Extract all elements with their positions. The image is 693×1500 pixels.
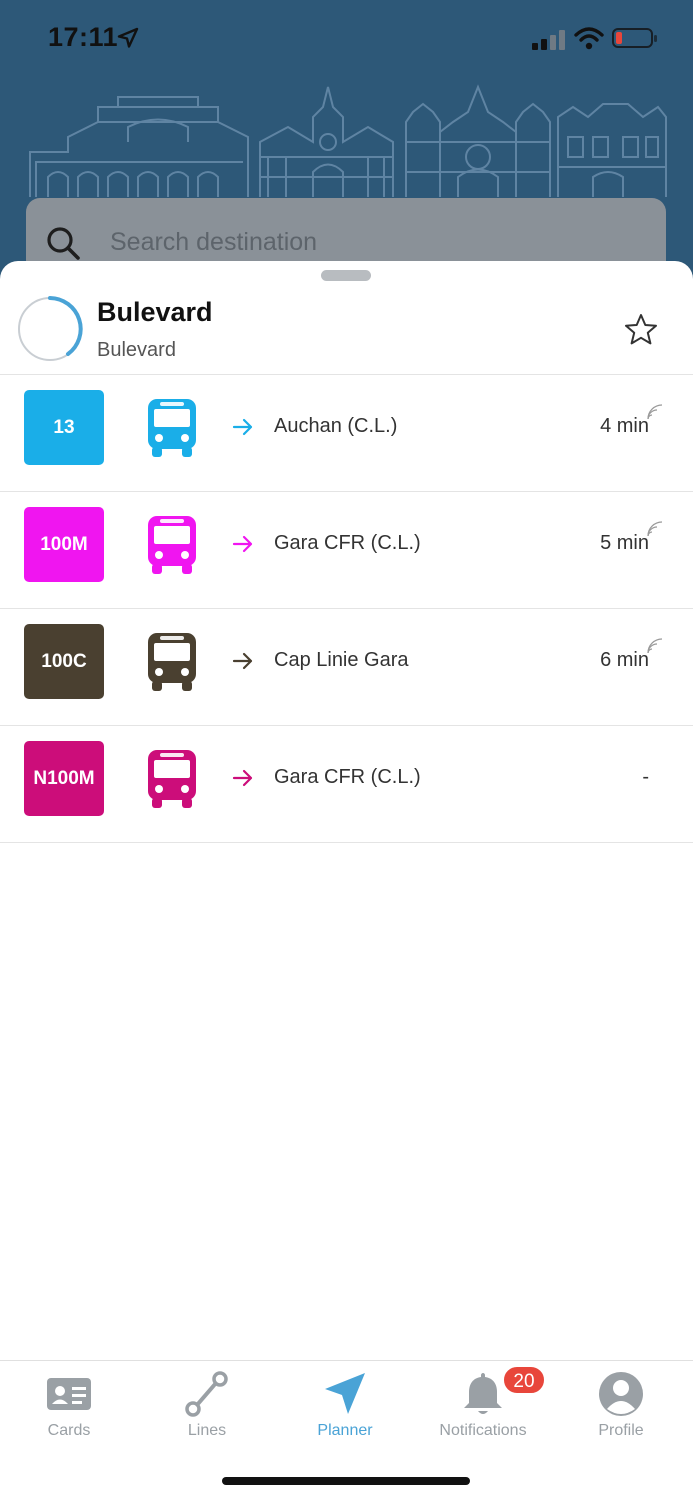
line-number-badge: 100M <box>24 507 104 582</box>
line-row[interactable]: 13 Auchan (C.L.) 4 min <box>0 375 693 492</box>
status-bar: 17:11 <box>0 0 693 80</box>
line-number-badge: 13 <box>24 390 104 465</box>
line-eta: 4 min <box>600 415 649 437</box>
sheet-drag-handle[interactable] <box>321 270 371 281</box>
line-eta: - <box>642 766 649 788</box>
location-arrow-icon <box>117 27 139 48</box>
direction-arrow-icon <box>232 652 253 670</box>
id-card-icon <box>47 1378 91 1410</box>
line-row[interactable]: 100C Cap Linie Gara 6 min <box>0 609 693 726</box>
tab-label: Lines <box>187 1422 227 1439</box>
bell-icon <box>464 1373 502 1414</box>
tab-label: Profile <box>598 1422 644 1439</box>
line-number-badge: N100M <box>24 741 104 816</box>
battery-icon <box>612 28 657 48</box>
bus-icon <box>148 516 196 574</box>
line-row[interactable]: N100M Gara CFR (C.L.) - <box>0 726 693 843</box>
cellular-signal-icon <box>532 30 565 50</box>
tab-profile[interactable]: Profile <box>552 1361 690 1451</box>
user-avatar-icon <box>599 1372 643 1416</box>
status-time: 17:11 <box>48 22 119 52</box>
realtime-signal-icon <box>647 638 663 654</box>
notifications-count-badge: 20 <box>502 1365 546 1395</box>
tab-planner[interactable]: Planner <box>276 1361 414 1451</box>
tab-lines[interactable]: Lines <box>138 1361 276 1451</box>
favorite-star-icon[interactable] <box>624 313 658 347</box>
direction-arrow-icon <box>232 535 253 553</box>
lines-list: 13 Auchan (C.L.) 4 min 100M Gara CFR (C.L.) 5… <box>0 375 693 843</box>
tab-label: Cards <box>47 1422 91 1439</box>
direction-arrow-icon <box>232 769 253 787</box>
line-eta: 5 min <box>600 532 649 554</box>
line-destination: Gara CFR (C.L.) <box>274 532 421 554</box>
line-destination: Gara CFR (C.L.) <box>274 766 421 788</box>
stop-header: Bulevard Bulevard <box>0 283 693 375</box>
bus-icon <box>148 633 196 691</box>
navigation-arrow-icon <box>325 1373 365 1414</box>
line-destination: Auchan (C.L.) <box>274 415 398 437</box>
refresh-progress-icon[interactable] <box>16 295 84 363</box>
bus-icon <box>148 750 196 808</box>
header: 17:11 Search destination <box>0 0 693 300</box>
stop-name: Bulevard <box>97 297 213 327</box>
home-indicator <box>222 1477 470 1485</box>
line-destination: Cap Linie Gara <box>274 649 409 671</box>
direction-arrow-icon <box>232 418 253 436</box>
realtime-signal-icon <box>647 521 663 537</box>
tab-label: Notifications <box>439 1422 527 1439</box>
stop-subtitle: Bulevard <box>97 339 176 361</box>
bus-icon <box>148 399 196 457</box>
search-icon <box>47 227 80 260</box>
line-number-badge: 100C <box>24 624 104 699</box>
tab-cards[interactable]: Cards <box>0 1361 138 1451</box>
city-skyline-illustration <box>29 84 667 197</box>
search-placeholder: Search destination <box>110 228 318 256</box>
route-icon <box>185 1371 228 1417</box>
line-row[interactable]: 100M Gara CFR (C.L.) 5 min <box>0 492 693 609</box>
stop-bottom-sheet: Bulevard Bulevard 13 Auchan (C.L.) 4 min 10… <box>0 261 693 1500</box>
wifi-icon <box>574 27 604 50</box>
tab-label: Planner <box>317 1422 373 1439</box>
line-eta: 6 min <box>600 649 649 671</box>
realtime-signal-icon <box>647 404 663 420</box>
